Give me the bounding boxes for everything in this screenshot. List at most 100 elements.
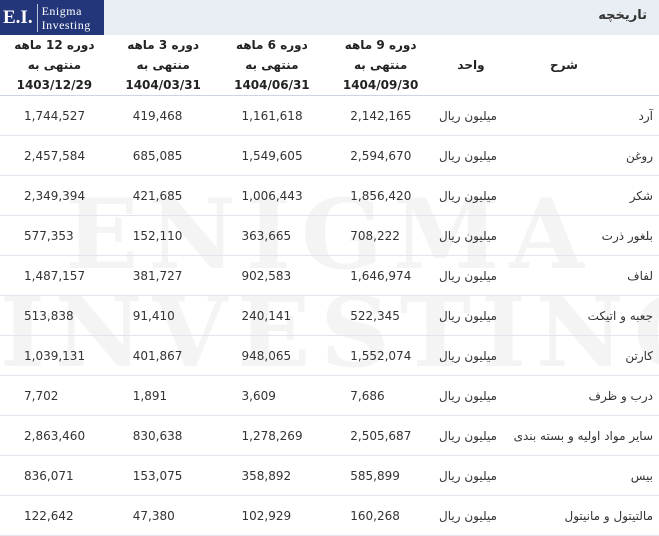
cell-value-3m: 47,380 — [108, 495, 218, 536]
cell-description: درب و ظرف — [507, 375, 659, 416]
cell-unit: میلیون ریال — [435, 455, 507, 496]
brand-logo: E.I. Enigma Investing — [0, 0, 104, 35]
cell-value-6m: 363,665 — [217, 215, 327, 256]
cell-value-12m: 2,349,394 — [0, 175, 109, 216]
cell-value-6m: 948,065 — [217, 335, 327, 376]
period-date: 1404/03/31 — [125, 78, 201, 92]
table-row: بلغور ذرت میلیون ریال 708,222 363,665 152,11… — [0, 215, 659, 256]
column-header-period-3m: دوره 3 ماهه منتهی به 1404/03/31 — [108, 35, 218, 96]
cell-value-12m: 7,702 — [0, 375, 109, 416]
cell-value-12m: 1,487,157 — [0, 255, 109, 296]
cell-description: آرد — [507, 95, 659, 136]
logo-mark: E.I. — [0, 3, 38, 32]
cell-unit: میلیون ریال — [435, 255, 507, 296]
cell-value-6m: 902,583 — [217, 255, 327, 296]
cell-description: شکر — [507, 175, 659, 216]
cell-value-9m: 160,268 — [326, 495, 435, 536]
cell-description: جعبه و اتیکت — [507, 295, 659, 336]
period-date: 1404/06/31 — [234, 78, 310, 92]
cell-value-3m: 152,110 — [108, 215, 218, 256]
cell-value-12m: 122,642 — [0, 495, 109, 536]
header-bar: E.I. Enigma Investing تاریخچه — [0, 0, 659, 36]
cell-value-6m: 1,278,269 — [217, 415, 327, 456]
cell-unit: میلیون ریال — [435, 215, 507, 256]
cell-value-9m: 585,899 — [326, 455, 435, 496]
cell-unit: میلیون ریال — [435, 335, 507, 376]
cell-description: بلغور ذرت — [507, 215, 659, 256]
cell-unit: میلیون ریال — [435, 175, 507, 216]
cell-unit: میلیون ریال — [435, 295, 507, 336]
cell-unit: میلیون ریال — [435, 135, 507, 176]
cell-value-6m: 3,609 — [217, 375, 327, 416]
table-row: شکر میلیون ریال 1,856,420 1,006,443 421,685 2… — [0, 175, 659, 216]
period-label: دوره 12 ماهه منتهی به — [14, 38, 95, 72]
cell-description: بیس — [507, 455, 659, 496]
cell-value-3m: 419,468 — [108, 95, 218, 136]
cell-unit: میلیون ریال — [435, 415, 507, 456]
cell-value-3m: 401,867 — [108, 335, 218, 376]
cell-value-9m: 2,505,687 — [326, 415, 435, 456]
cell-unit: میلیون ریال — [435, 375, 507, 416]
period-label: دوره 3 ماهه منتهی به — [127, 38, 200, 72]
cell-value-3m: 421,685 — [108, 175, 218, 216]
table-row: مالتیتول و مانیتول میلیون ریال 160,268 102,… — [0, 495, 659, 536]
cell-value-3m: 381,727 — [108, 255, 218, 296]
logo-wordmark: Enigma Investing — [38, 4, 91, 32]
cell-unit: میلیون ریال — [435, 495, 507, 536]
cell-value-6m: 1,161,618 — [217, 95, 327, 136]
table-row: کارتن میلیون ریال 1,552,074 948,065 401,867 1… — [0, 335, 659, 376]
column-header-description: شرح — [507, 35, 659, 96]
period-label: دوره 9 ماهه منتهی به — [344, 38, 417, 72]
cell-value-12m: 2,457,584 — [0, 135, 109, 176]
cell-value-12m: 577,353 — [0, 215, 109, 256]
cell-value-12m: 836,071 — [0, 455, 109, 496]
cell-value-6m: 240,141 — [217, 295, 327, 336]
page-title: تاریخچه — [598, 8, 647, 23]
cell-value-6m: 1,006,443 — [217, 175, 327, 216]
cell-value-9m: 1,646,974 — [326, 255, 435, 296]
cell-value-12m: 2,863,460 — [0, 415, 109, 456]
column-header-period-9m: دوره 9 ماهه منتهی به 1404/09/30 — [326, 35, 435, 96]
table-header-row: شرح واحد دوره 9 ماهه منتهی به 1404/09/30… — [0, 35, 659, 96]
cell-value-6m: 1,549,605 — [217, 135, 327, 176]
cell-description: لفاف — [507, 255, 659, 296]
cell-value-9m: 7,686 — [326, 375, 435, 416]
cell-value-3m: 91,410 — [108, 295, 218, 336]
table-row: روغن میلیون ریال 2,594,670 1,549,605 685,085… — [0, 135, 659, 176]
cell-value-3m: 153,075 — [108, 455, 218, 496]
cell-value-12m: 513,838 — [0, 295, 109, 336]
table-row: لفاف میلیون ریال 1,646,974 902,583 381,727 1,… — [0, 255, 659, 296]
cell-description: روغن — [507, 135, 659, 176]
cell-value-3m: 685,085 — [108, 135, 218, 176]
cell-value-12m: 1,744,527 — [0, 95, 109, 136]
period-label: دوره 6 ماهه منتهی به — [235, 38, 308, 72]
logo-line-2: Investing — [41, 17, 91, 32]
period-date: 1403/12/29 — [16, 78, 93, 92]
cell-unit: میلیون ریال — [435, 95, 507, 136]
cell-description: مالتیتول و مانیتول — [507, 495, 659, 536]
cell-value-6m: 358,892 — [217, 455, 327, 496]
table-row: درب و ظرف میلیون ریال 7,686 3,609 1,891 7,702 — [0, 375, 659, 416]
cell-value-9m: 2,142,165 — [326, 95, 435, 136]
cell-value-9m: 522,345 — [326, 295, 435, 336]
column-header-period-6m: دوره 6 ماهه منتهی به 1404/06/31 — [217, 35, 327, 96]
history-table: شرح واحد دوره 9 ماهه منتهی به 1404/09/30… — [0, 35, 659, 536]
cell-value-6m: 102,929 — [217, 495, 327, 536]
cell-description: سایر مواد اولیه و بسته بندی — [507, 415, 659, 456]
column-header-unit: واحد — [435, 35, 507, 96]
cell-value-9m: 1,552,074 — [326, 335, 435, 376]
table-row: بیس میلیون ریال 585,899 358,892 153,075 836,0… — [0, 455, 659, 496]
cell-value-3m: 830,638 — [108, 415, 218, 456]
period-date: 1404/09/30 — [342, 78, 419, 92]
table-body: آرد میلیون ریال 2,142,165 1,161,618 419,468 1… — [0, 95, 659, 536]
cell-value-9m: 1,856,420 — [326, 175, 435, 216]
cell-value-9m: 2,594,670 — [326, 135, 435, 176]
column-header-period-12m: دوره 12 ماهه منتهی به 1403/12/29 — [0, 35, 109, 96]
cell-description: کارتن — [507, 335, 659, 376]
table-row: آرد میلیون ریال 2,142,165 1,161,618 419,468 1… — [0, 95, 659, 136]
logo-line-1: Enigma — [41, 3, 82, 18]
table-row: جعبه و اتیکت میلیون ریال 522,345 240,141 91,… — [0, 295, 659, 336]
cell-value-12m: 1,039,131 — [0, 335, 109, 376]
table-row: سایر مواد اولیه و بسته بندی میلیون ریال 2,… — [0, 415, 659, 456]
cell-value-3m: 1,891 — [108, 375, 218, 416]
